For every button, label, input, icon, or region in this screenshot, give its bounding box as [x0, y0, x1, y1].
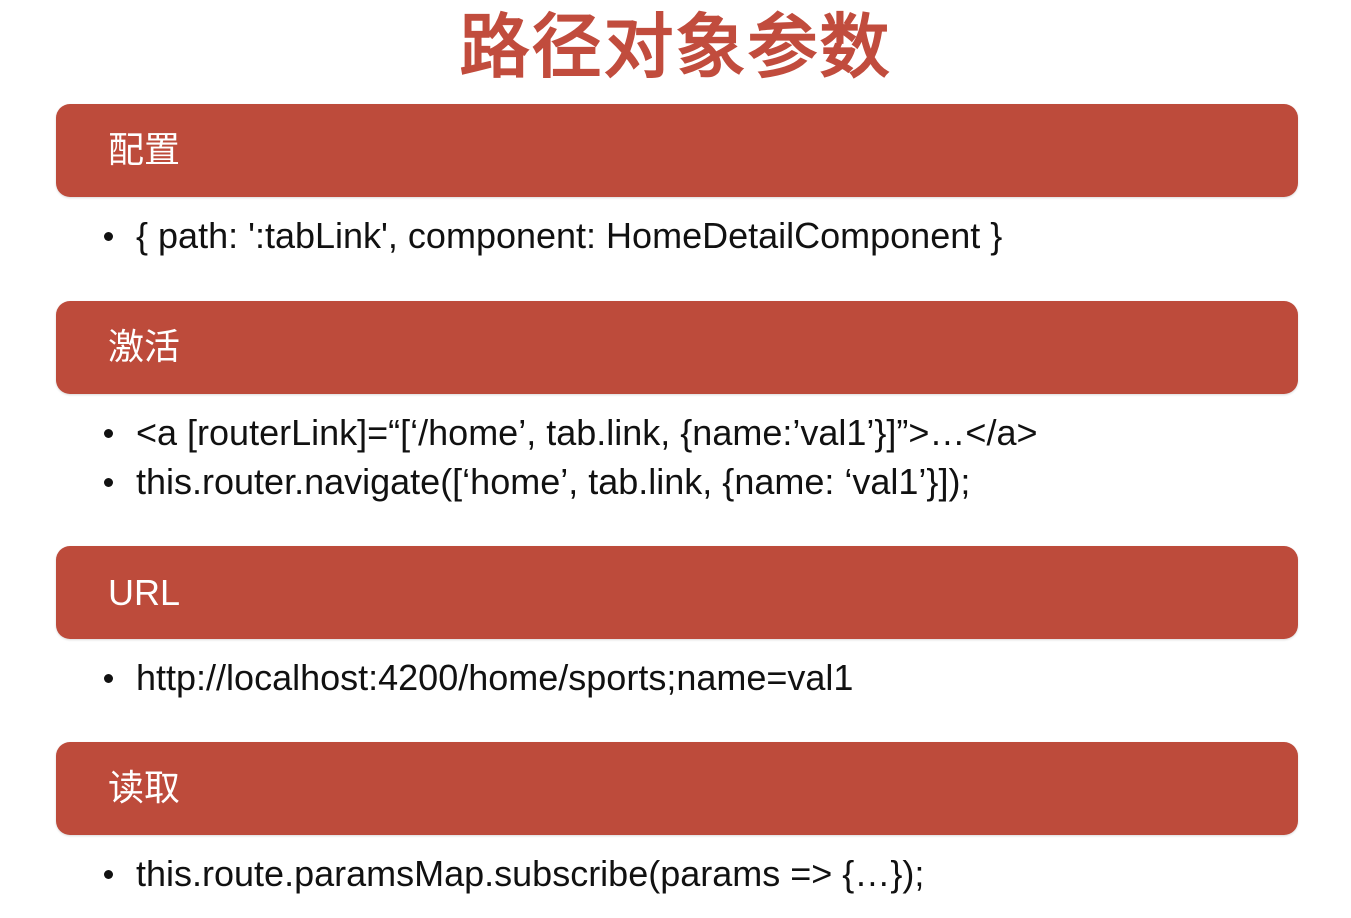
- list-item: <a [routerLink]=“[‘/home’, tab.link, {na…: [104, 409, 1038, 457]
- list-item: this.router.navigate([‘home’, tab.link, …: [104, 458, 970, 506]
- section-header-url: URL: [56, 546, 1298, 639]
- bullet-icon: [104, 673, 113, 683]
- list-item-text: this.router.navigate([‘home’, tab.link, …: [136, 461, 971, 502]
- bullet-icon: [104, 428, 113, 438]
- bullet-icon: [104, 869, 113, 879]
- list-item: { path: ':tabLink', component: HomeDetai…: [104, 212, 1002, 260]
- bullet-icon: [104, 477, 113, 487]
- section-header-config: 配置: [56, 104, 1298, 197]
- page-title: 路径对象参数: [459, 6, 892, 88]
- section-label: URL: [108, 571, 181, 613]
- section-header-read: 读取: [56, 742, 1298, 835]
- section-label: 读取: [108, 767, 181, 809]
- list-item: http://localhost:4200/home/sports;name=v…: [104, 654, 853, 702]
- bullet-icon: [104, 231, 113, 241]
- section-header-activate: 激活: [56, 301, 1298, 394]
- list-item: this.route.paramsMap.subscribe(params =>…: [104, 850, 924, 898]
- list-item-text: this.route.paramsMap.subscribe(params =>…: [136, 853, 925, 894]
- list-item-text: <a [routerLink]=“[‘/home’, tab.link, {na…: [136, 412, 1038, 453]
- section-label: 配置: [108, 129, 181, 171]
- list-item-text: http://localhost:4200/home/sports;name=v…: [136, 657, 854, 698]
- section-label: 激活: [108, 326, 181, 368]
- list-item-text: { path: ':tabLink', component: HomeDetai…: [136, 215, 1003, 256]
